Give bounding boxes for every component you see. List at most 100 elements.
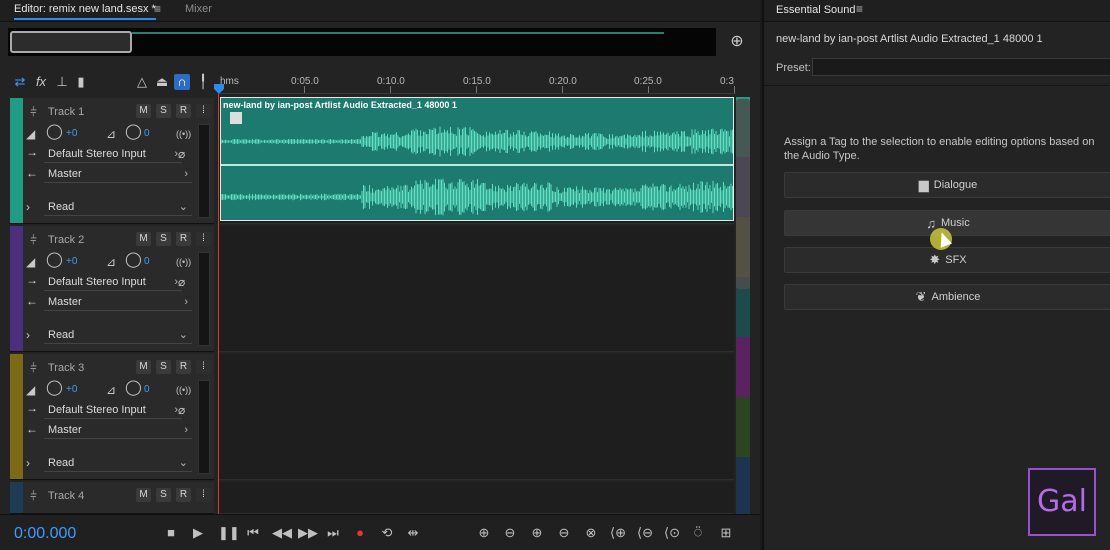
expand-chevron-icon[interactable]: › [26,456,30,470]
track-type-icon: ⫩ [30,105,37,119]
mute-button[interactable]: M [136,488,151,502]
solo-button[interactable]: S [156,232,171,246]
pause-icon[interactable]: ❚❚ [218,525,240,541]
time-ruler[interactable]: hms 0:05.0 0:10.0 0:15.0 0:20.0 0:25.0 0… [218,70,736,94]
fast-forward-icon[interactable]: ▶▶ [298,525,318,541]
play-icon[interactable]: ▶ [190,525,206,541]
pan-value[interactable]: 0 [144,384,150,395]
zoom-in-point-icon[interactable]: ⟨⊕ [610,525,626,541]
automation-select[interactable]: Read ⌄ [44,456,192,472]
loop-icon[interactable]: ⟲ [379,525,395,541]
input-select[interactable]: Default Stereo Input › [44,147,182,163]
rewind-icon[interactable]: ◀◀ [272,525,292,541]
track-lane-3[interactable] [218,354,734,480]
overview-navigator[interactable] [8,28,716,56]
track-name-1[interactable]: Track 1 [48,106,84,118]
inputs-outputs-icon[interactable]: ⇄ [12,74,28,90]
record-arm-button[interactable]: R [176,104,191,118]
solo-button[interactable]: S [156,104,171,118]
vertical-scroll-thumb[interactable] [736,99,750,289]
zoom-out-point-icon[interactable]: ⟨⊖ [637,525,653,541]
automation-label: Read [48,457,75,469]
volume-knob[interactable]: ◯ [46,380,63,395]
marker-icon[interactable]: ╿ [195,74,211,90]
input-select[interactable]: Default Stereo Input › [44,403,182,419]
monitor-input-button[interactable]: ⁞ [196,104,211,118]
skip-to-start-icon[interactable]: ⏮ [245,525,261,541]
output-select[interactable]: Master › [44,295,192,311]
output-select[interactable]: Master › [44,423,192,439]
mute-button[interactable]: M [136,360,151,374]
track-lane-2[interactable] [218,226,734,352]
record-arm-button[interactable]: R [176,232,191,246]
ambience-button[interactable]: ❦ Ambience [784,284,1110,310]
pan-knob[interactable]: ◯ [125,380,142,395]
record-icon[interactable]: ● [352,525,368,541]
monitor-input-button[interactable]: ⁞ [196,360,211,374]
preset-dropdown[interactable] [812,58,1110,76]
volume-knob[interactable]: ◯ [46,124,63,139]
record-arm-button[interactable]: R [176,360,191,374]
zoom-selection-icon[interactable]: ⟨⊙ [664,525,680,541]
track-lane-4[interactable] [218,482,734,514]
automation-select[interactable]: Read ⌄ [44,200,192,216]
zoom-out-amplitude-icon[interactable]: ⊖ [502,525,518,541]
phase-icon[interactable]: ⌀ [178,275,185,289]
automation-select[interactable]: Read ⌄ [44,328,192,344]
snapping-icon[interactable]: ∩ [174,74,190,90]
pan-value[interactable]: 0 [144,256,150,267]
record-arm-button[interactable]: R [176,488,191,502]
track-name-2[interactable]: Track 2 [48,234,84,246]
sfx-button[interactable]: ✸ SFX [784,247,1110,273]
output-select[interactable]: Master › [44,167,192,183]
input-select[interactable]: Default Stereo Input › [44,275,182,291]
stereo-icon[interactable]: ((•)) [176,255,191,269]
monitor-input-button[interactable]: ⁞ [196,488,211,502]
panel-menu-icon[interactable]: ≡ [856,2,863,16]
expand-chevron-icon[interactable]: › [26,200,30,214]
dialogue-button[interactable]: ▆ Dialogue [784,172,1110,198]
monitor-input-button[interactable]: ⁞ [196,232,211,246]
mute-button[interactable]: M [136,104,151,118]
pan-knob[interactable]: ◯ [125,252,142,267]
solo-button[interactable]: S [156,488,171,502]
panel-title[interactable]: Essential Sound [776,4,856,16]
tab-menu-icon[interactable]: ≡ [154,2,161,16]
expand-chevron-icon[interactable]: › [26,328,30,342]
volume-value[interactable]: +0 [66,128,77,139]
clip-fade-icon[interactable] [230,112,242,124]
zoom-in-amplitude-icon[interactable]: ⊕ [476,525,492,541]
mix-track-icon[interactable]: ⏏ [154,74,170,90]
audio-clip[interactable]: new-land by ian-post Artlist Audio Extra… [220,97,734,221]
skip-to-end-icon[interactable]: ⏭ [325,525,341,541]
stereo-icon[interactable]: ((•)) [176,127,191,141]
phase-icon[interactable]: ⌀ [178,147,185,161]
overview-zoom-window[interactable] [10,31,132,53]
track-name-3[interactable]: Track 3 [48,362,84,374]
zoom-reset-icon[interactable]: ⊞ [718,525,734,541]
sends-icon[interactable]: ⊥ [54,74,70,90]
mute-button[interactable]: M [136,232,151,246]
stop-icon[interactable]: ■ [163,525,179,541]
skip-selection-icon[interactable]: ⇹ [405,525,421,541]
zoom-tracks-icon[interactable]: ⍥ [690,525,706,541]
solo-button[interactable]: S [156,360,171,374]
volume-value[interactable]: +0 [66,384,77,395]
eq-icon[interactable]: ▮ [73,74,89,90]
phase-icon[interactable]: ⌀ [178,403,185,417]
effects-fx-icon[interactable]: fx [33,74,49,90]
volume-value[interactable]: +0 [66,256,77,267]
volume-knob[interactable]: ◯ [46,252,63,267]
pan-value[interactable]: 0 [144,128,150,139]
stereo-icon[interactable]: ((•)) [176,383,191,397]
tab-editor[interactable]: Editor: remix new land.sesx * [14,3,156,20]
tab-mixer[interactable]: Mixer [185,3,212,15]
track-name-4[interactable]: Track 4 [48,490,84,502]
timecode-display[interactable]: 0:00.000 [14,525,76,543]
pan-knob[interactable]: ◯ [125,124,142,139]
zoom-navigator-icon[interactable]: ⊕ [728,33,746,51]
metronome-icon[interactable]: △ [134,74,150,90]
zoom-in-time-icon[interactable]: ⊕ [529,525,545,541]
zoom-out-full-icon[interactable]: ⊗ [583,525,599,541]
zoom-out-time-icon[interactable]: ⊖ [556,525,572,541]
